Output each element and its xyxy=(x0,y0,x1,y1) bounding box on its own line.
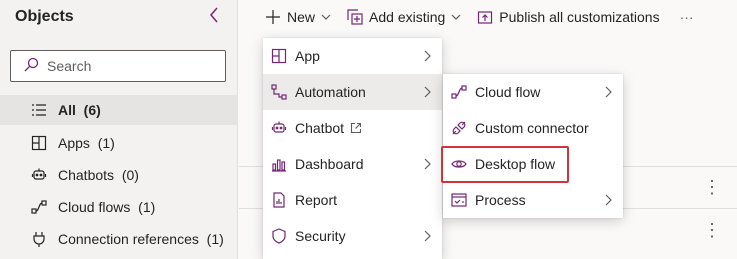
menu-item-app[interactable]: App xyxy=(263,38,442,74)
chatbot-icon xyxy=(271,120,287,136)
menu-item-automation[interactable]: Automation xyxy=(263,74,442,110)
connector-icon xyxy=(451,120,467,136)
menu-item-label: Automation xyxy=(295,84,366,100)
nav-item-connection-references[interactable]: Connection references (1) xyxy=(0,224,238,254)
add-existing-label: Add existing xyxy=(369,9,446,25)
nav-item-label: All xyxy=(58,102,76,118)
dashboard-icon xyxy=(271,156,287,172)
panel-title: Objects xyxy=(15,8,74,25)
chevron-right-icon xyxy=(422,230,432,242)
add-existing-icon xyxy=(347,9,363,25)
chevron-down-icon xyxy=(451,12,461,22)
menu-item-label: Process xyxy=(475,192,526,208)
process-icon xyxy=(451,192,467,208)
more-commands-button[interactable]: ··· xyxy=(668,0,702,34)
nav-item-count: (1) xyxy=(206,231,224,247)
menu-item-label: Custom connector xyxy=(475,120,589,136)
nav-item-label: Apps xyxy=(58,135,90,151)
command-bar: New Add existing Publish all customizati… xyxy=(239,0,737,34)
publish-label: Publish all customizations xyxy=(499,9,660,25)
chevron-right-icon xyxy=(603,86,613,98)
chevron-down-icon xyxy=(321,12,331,22)
external-link-icon xyxy=(350,122,362,134)
chevron-right-icon xyxy=(422,86,432,98)
menu-item-report[interactable]: Report xyxy=(263,182,442,218)
search-icon xyxy=(23,57,39,73)
new-button[interactable]: New xyxy=(239,0,339,34)
chevron-left-icon xyxy=(210,7,218,23)
highlight-box xyxy=(441,146,569,183)
menu-item-chatbot[interactable]: Chatbot xyxy=(263,110,442,146)
menu-item-cloud-flow[interactable]: Cloud flow xyxy=(443,74,623,110)
publish-icon xyxy=(477,9,493,25)
nav-item-label: Connection references xyxy=(58,231,199,247)
nav-item-cloud-flows[interactable]: Cloud flows (1) xyxy=(0,192,238,222)
menu-item-label: App xyxy=(295,48,320,64)
cloud-flow-icon xyxy=(451,84,467,100)
nav-item-chatbots[interactable]: Chatbots (0) xyxy=(0,160,238,190)
plug-icon xyxy=(30,230,48,248)
nav-item-apps[interactable]: Apps (1) xyxy=(0,128,238,158)
menu-item-label: Security xyxy=(295,228,346,244)
list-icon xyxy=(30,101,48,119)
apps-icon xyxy=(30,134,48,152)
new-dropdown-menu: App Automation Chatbot Dashboard Report xyxy=(263,38,442,259)
nav-item-count: (6) xyxy=(83,102,101,118)
nav-item-count: (1) xyxy=(97,135,115,151)
cloud-flow-icon xyxy=(30,198,48,216)
chevron-right-icon xyxy=(603,194,613,206)
search-input[interactable] xyxy=(47,57,217,75)
nav-item-all[interactable]: All (6) xyxy=(0,95,238,125)
chevron-right-icon xyxy=(422,50,432,62)
menu-item-label: Report xyxy=(295,192,338,208)
nav-item-label: Cloud flows xyxy=(58,199,131,215)
plus-icon xyxy=(265,9,281,25)
search-box[interactable] xyxy=(10,50,226,82)
row-more-icon[interactable]: ⋮ xyxy=(703,221,721,239)
collapse-panel-button[interactable] xyxy=(208,6,220,24)
row-more-icon[interactable]: ⋮ xyxy=(703,178,721,196)
publish-all-button[interactable]: Publish all customizations xyxy=(469,0,667,34)
add-existing-button[interactable]: Add existing xyxy=(339,0,469,34)
shield-icon xyxy=(271,228,287,244)
nav-item-count: (1) xyxy=(138,199,156,215)
menu-item-label: Dashboard xyxy=(295,156,364,172)
objects-panel: Objects All (6) Apps (1) Chatbots (0) Cl… xyxy=(0,0,238,259)
chevron-right-icon xyxy=(422,158,432,170)
apps-icon xyxy=(271,48,287,64)
new-label: New xyxy=(287,9,316,25)
menu-item-process[interactable]: Process xyxy=(443,182,623,218)
menu-item-label: Chatbot xyxy=(295,120,345,136)
chatbot-icon xyxy=(30,166,48,184)
menu-item-label: Cloud flow xyxy=(475,84,541,100)
menu-item-custom-connector[interactable]: Custom connector xyxy=(443,110,623,146)
report-icon xyxy=(271,192,287,208)
nav-item-count: (0) xyxy=(121,167,139,183)
more-icon: ··· xyxy=(679,9,694,25)
menu-item-security[interactable]: Security xyxy=(263,218,442,254)
menu-item-dashboard[interactable]: Dashboard xyxy=(263,146,442,182)
automation-icon xyxy=(271,84,287,100)
nav-item-label: Chatbots xyxy=(58,167,115,183)
